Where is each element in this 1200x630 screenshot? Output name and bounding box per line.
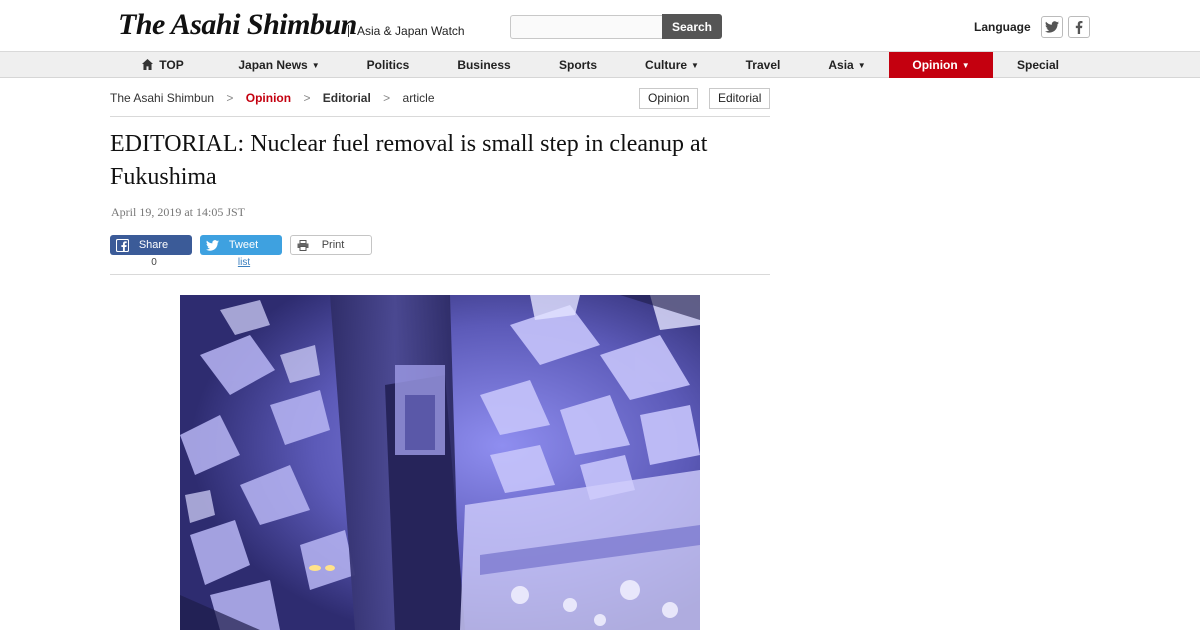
facebook-share-label: Share	[138, 239, 169, 251]
breadcrumb-home[interactable]: The Asahi Shimbun	[110, 91, 214, 105]
divider	[110, 116, 770, 117]
search-button[interactable]: Search	[662, 14, 722, 39]
breadcrumb-current: article	[402, 91, 435, 105]
nav-item-label: TOP	[159, 58, 184, 72]
breadcrumb: The Asahi Shimbun > Opinion > Editorial …	[110, 91, 435, 105]
nav-item-label: Asia	[828, 58, 854, 72]
logo-divider	[348, 25, 349, 37]
nav-item-label: Sports	[558, 58, 597, 72]
nav-item-label: Travel	[745, 58, 781, 72]
tweet-list-link[interactable]: list	[200, 257, 288, 268]
nav-item-label: Special	[1016, 58, 1060, 72]
nav-item-label: Politics	[366, 58, 410, 72]
language-link[interactable]: Language	[974, 20, 1031, 34]
site-logo[interactable]: The Asahi Shimbun	[118, 8, 357, 42]
fuel-pool-debris-image	[180, 295, 700, 630]
divider	[110, 274, 770, 275]
breadcrumb-separator: >	[226, 91, 234, 105]
facebook-share-button[interactable]: Share	[110, 235, 192, 255]
twitter-icon	[1045, 21, 1059, 33]
main-nav: TOP Japan News ▼ Politics Business Sports…	[0, 52, 1200, 78]
nav-item-label: Opinion	[912, 58, 958, 72]
nav-item-culture[interactable]: Culture ▼	[640, 52, 704, 78]
breadcrumb-opinion[interactable]: Opinion	[246, 91, 291, 105]
home-icon	[142, 59, 154, 70]
breadcrumb-editorial[interactable]: Editorial	[323, 91, 371, 105]
nav-item-asia[interactable]: Asia ▼	[824, 52, 870, 78]
twitter-follow-button[interactable]	[1041, 16, 1063, 38]
article-headline: EDITORIAL: Nuclear fuel removal is small…	[110, 131, 708, 190]
tweet-label: Tweet	[228, 239, 259, 251]
print-button[interactable]: Print	[290, 235, 372, 255]
article-photo	[180, 295, 700, 630]
twitter-icon	[206, 239, 219, 251]
facebook-follow-button[interactable]	[1068, 16, 1090, 38]
chevron-down-icon: ▼	[691, 61, 699, 70]
nav-item-japan-news[interactable]: Japan News ▼	[234, 52, 324, 78]
nav-item-label: Business	[457, 58, 511, 72]
tag-opinion[interactable]: Opinion	[639, 88, 699, 109]
chevron-down-icon: ▼	[961, 61, 970, 70]
site-header: The Asahi Shimbun Asia & Japan Watch Sea…	[0, 0, 1200, 52]
tag-editorial[interactable]: Editorial	[709, 88, 771, 109]
tweet-button[interactable]: Tweet	[200, 235, 282, 255]
nav-item-opinion[interactable]: Opinion ▼	[889, 52, 993, 78]
nav-item-label: Culture	[645, 58, 688, 72]
breadcrumb-separator: >	[383, 91, 391, 105]
nav-item-label: Japan News	[238, 58, 308, 72]
nav-item-top[interactable]: TOP	[136, 52, 190, 78]
printer-icon	[297, 239, 309, 251]
nav-item-travel[interactable]: Travel	[740, 52, 786, 78]
facebook-icon	[116, 238, 129, 252]
breadcrumb-separator: >	[303, 91, 311, 105]
chevron-down-icon: ▼	[857, 61, 866, 70]
article-dateline: April 19, 2019 at 14:05 JST	[111, 205, 245, 219]
site-tagline: Asia & Japan Watch	[357, 24, 465, 38]
nav-item-special[interactable]: Special	[1012, 52, 1064, 78]
chevron-down-icon: ▼	[311, 61, 320, 70]
facebook-share-count: 0	[151, 257, 157, 268]
nav-item-politics[interactable]: Politics	[360, 52, 416, 78]
search-input[interactable]	[510, 15, 663, 39]
nav-item-sports[interactable]: Sports	[554, 52, 602, 78]
nav-item-business[interactable]: Business	[452, 52, 516, 78]
facebook-icon	[1075, 20, 1083, 34]
print-label: Print	[321, 239, 345, 251]
